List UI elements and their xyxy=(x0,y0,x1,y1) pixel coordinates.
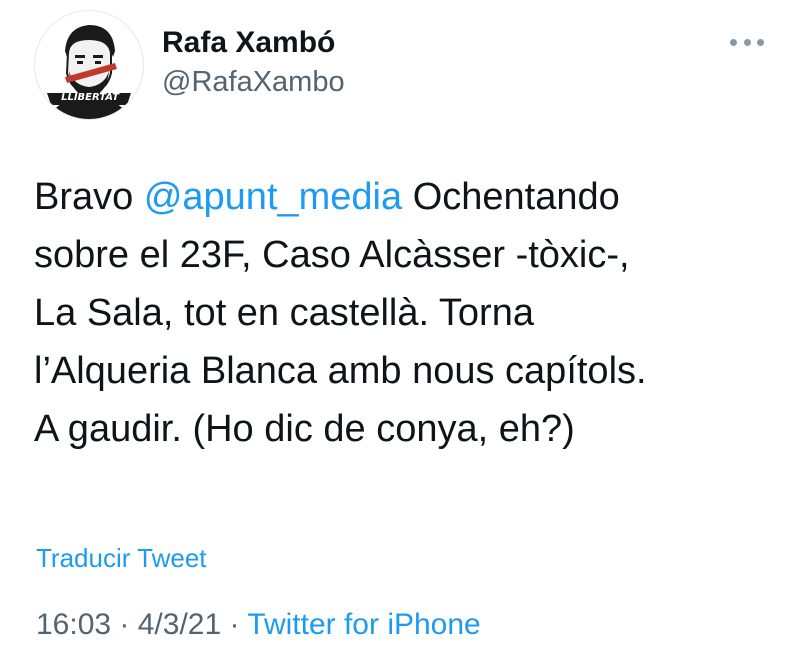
tweet-text-fragment: Bravo xyxy=(34,176,144,218)
avatar[interactable]: LLIBERTAT xyxy=(34,10,144,120)
separator: · xyxy=(221,608,248,641)
separator: · xyxy=(111,608,138,641)
avatar-banner-text: LLIBERTAT xyxy=(61,92,119,103)
mention-link[interactable]: @apunt_media xyxy=(144,176,402,218)
tweet-text-fragment: Ochentando xyxy=(402,176,620,218)
author-name[interactable]: Rafa Xambó xyxy=(162,26,335,60)
tweet-metadata: 16:03 · 4/3/21 · Twitter for iPhone xyxy=(36,608,481,642)
dot xyxy=(730,38,737,46)
author-handle[interactable]: @RafaXambo xyxy=(162,66,345,99)
tweet-line: Bravo @apunt_media Ochentando xyxy=(34,168,774,226)
tweet-line: A gaudir. (Ho dic de conya, eh?) xyxy=(34,408,575,450)
dot xyxy=(743,38,751,46)
tweet-time[interactable]: 16:03 xyxy=(36,608,111,641)
dot xyxy=(757,38,764,46)
tweet-line: La Sala, tot en castellà. Torna xyxy=(34,292,534,334)
tweet-line: l’Alqueria Blanca amb nous capítols. xyxy=(34,350,647,392)
tweet-text: Bravo @apunt_media Ochentando sobre el 2… xyxy=(34,168,774,458)
tweet: LLIBERTAT Rafa Xambó @RafaXambo Bravo @a… xyxy=(0,0,800,664)
tweet-date[interactable]: 4/3/21 xyxy=(138,608,221,641)
tweet-line: sobre el 23F, Caso Alcàsser -tòxic-, xyxy=(34,234,630,276)
source-link[interactable]: Twitter for iPhone xyxy=(247,608,480,641)
translate-tweet-link[interactable]: Traducir Tweet xyxy=(36,543,207,574)
more-horizontal-icon[interactable] xyxy=(724,28,770,56)
